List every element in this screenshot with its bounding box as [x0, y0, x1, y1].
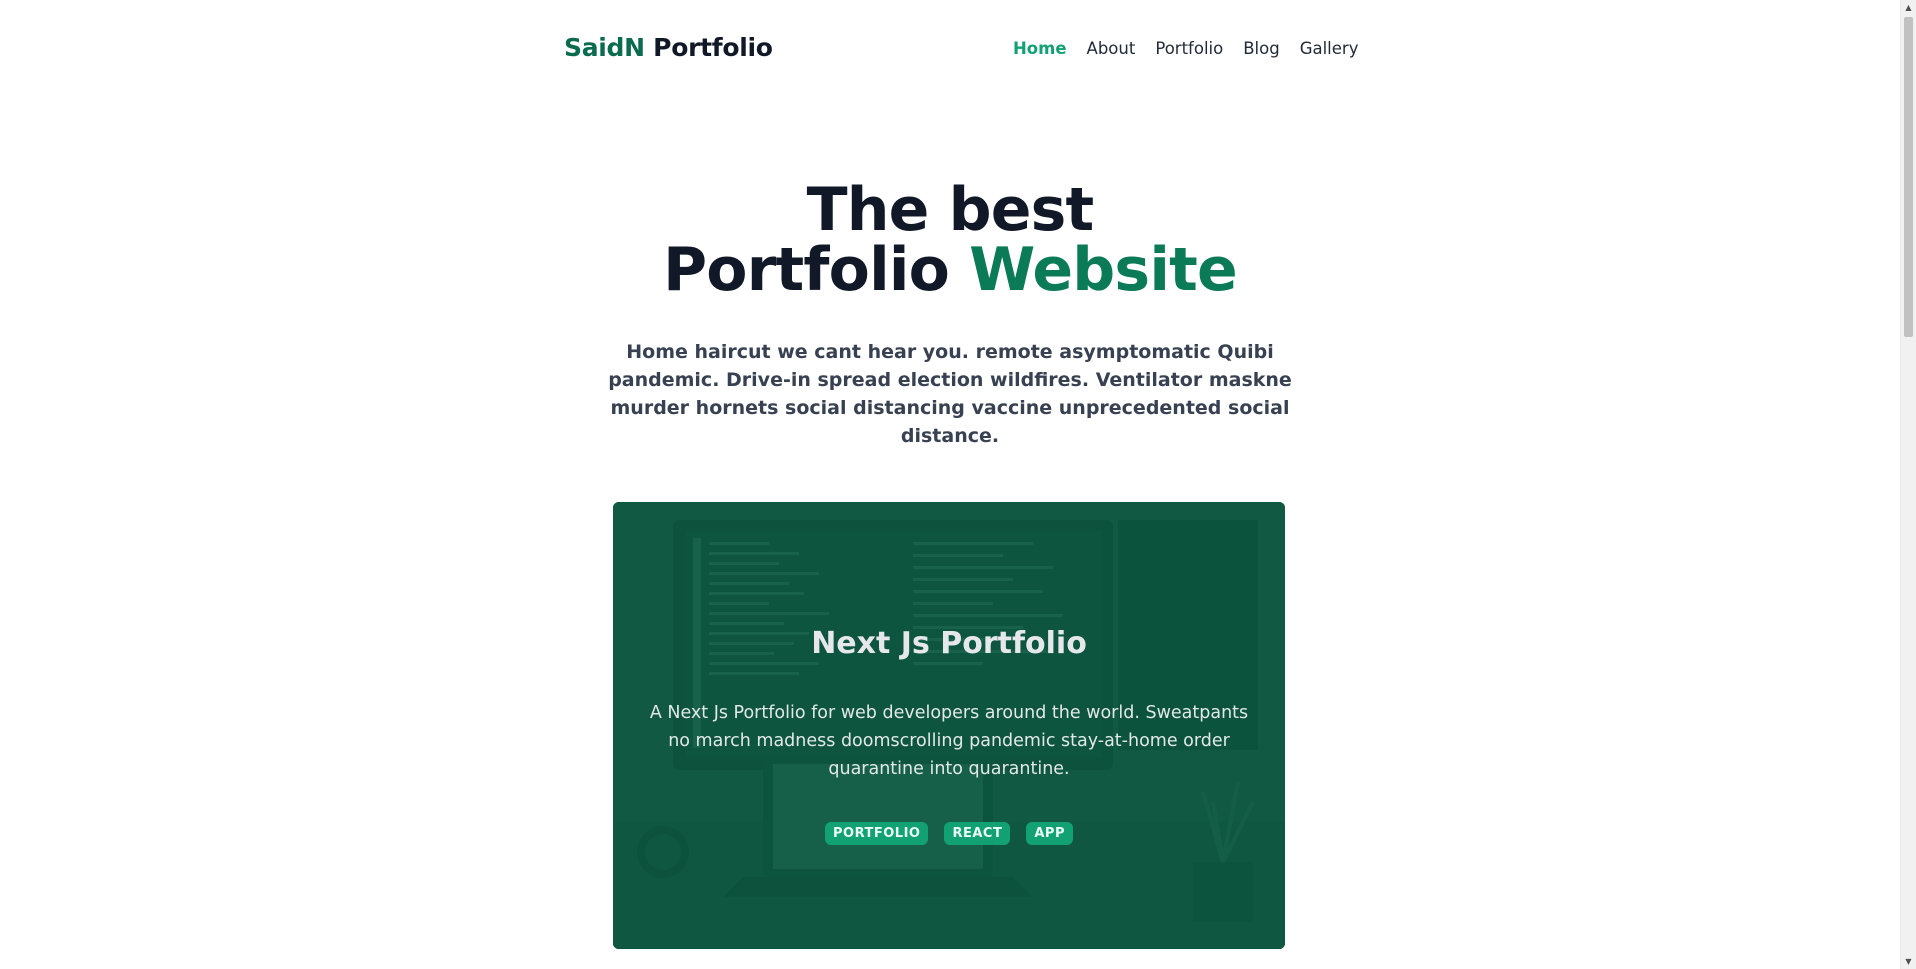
hero-title: The best Portfolio Website	[0, 180, 1900, 300]
hero-section: The best Portfolio Website Home haircut …	[0, 180, 1900, 450]
up-arrow-icon[interactable]: ▲	[1901, 0, 1916, 15]
tag-portfolio[interactable]: PORTFOLIO	[825, 822, 929, 845]
nav-item-blog[interactable]: Blog	[1243, 39, 1279, 58]
brand-accent: SaidN	[564, 33, 645, 62]
tag-app[interactable]: APP	[1026, 822, 1073, 845]
scroll-thumb[interactable]	[1904, 17, 1913, 337]
card-tags: PORTFOLIO REACT APP	[613, 822, 1285, 845]
hero-subtitle: Home haircut we cant hear you. remote as…	[608, 341, 1292, 447]
hero-title-line2a: Portfolio	[663, 235, 970, 305]
brand-rest: Portfolio	[644, 33, 773, 62]
nav-item-portfolio[interactable]: Portfolio	[1155, 39, 1223, 58]
card-content: Next Js Portfolio A Next Js Portfolio fo…	[613, 502, 1285, 949]
down-arrow-icon[interactable]: ▼	[1901, 954, 1916, 969]
hero-title-highlight: Website	[969, 235, 1238, 305]
nav-item-about[interactable]: About	[1087, 39, 1136, 58]
tag-react[interactable]: REACT	[944, 822, 1011, 845]
nav-item-gallery[interactable]: Gallery	[1300, 39, 1359, 58]
nav-item-home[interactable]: Home	[1013, 39, 1067, 58]
main-nav: Home About Portfolio Blog Gallery	[1013, 39, 1358, 58]
project-card[interactable]: Next Js Portfolio A Next Js Portfolio fo…	[613, 502, 1285, 949]
site-header: SaidN Portfolio Home About Portfolio Blo…	[0, 0, 1900, 100]
brand-logo[interactable]: SaidN Portfolio	[564, 33, 773, 62]
vertical-scrollbar[interactable]: ▲ ▼	[1900, 0, 1916, 969]
card-description: A Next Js Portfolio for web developers a…	[649, 703, 1249, 779]
page: SaidN Portfolio Home About Portfolio Blo…	[0, 0, 1916, 969]
card-title[interactable]: Next Js Portfolio	[613, 626, 1285, 661]
